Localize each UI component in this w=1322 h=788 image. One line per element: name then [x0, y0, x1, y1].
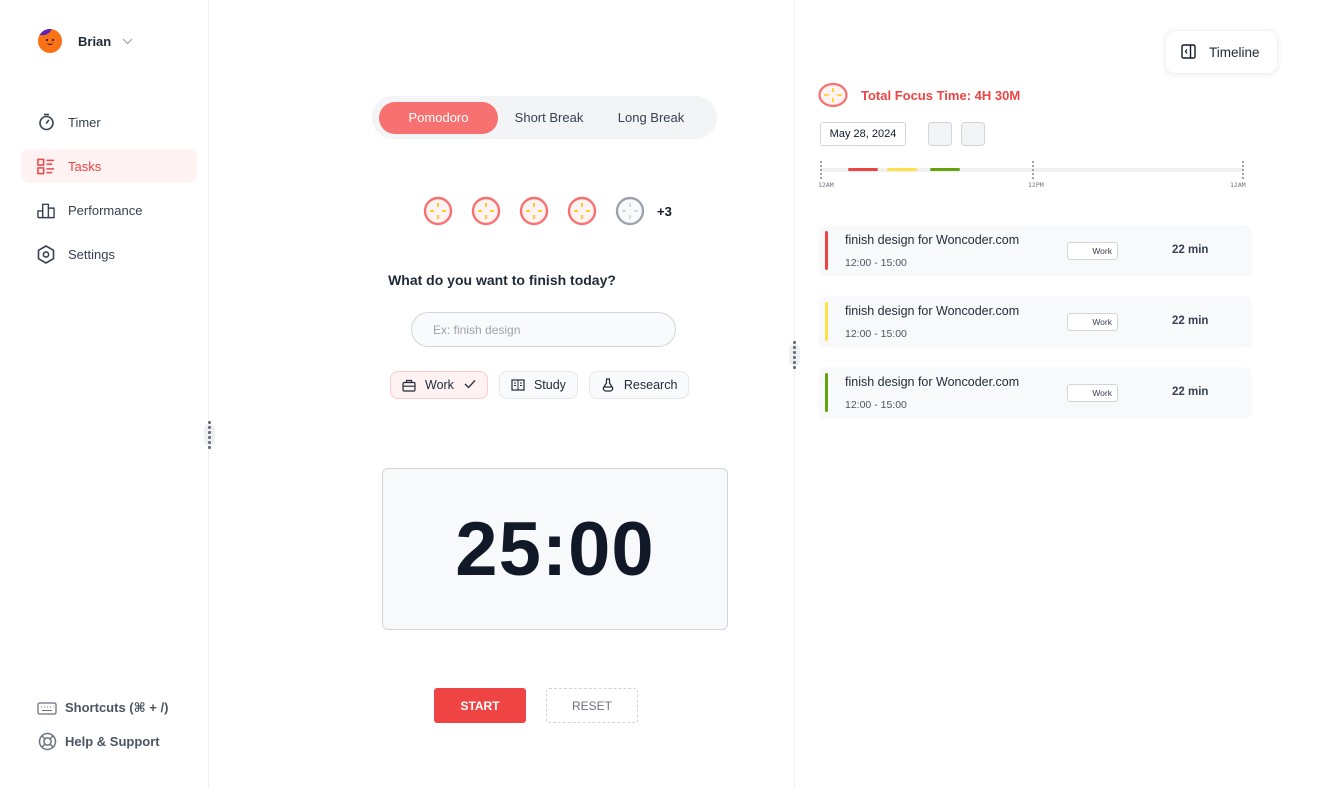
sidebar-collapse-icon — [1181, 44, 1197, 60]
session-duration: 22 min — [1172, 244, 1209, 256]
category-study[interactable]: Study — [498, 371, 578, 399]
session-time: 12:00 - 15:00 — [845, 399, 907, 411]
timeline-label-end: 12AM — [1230, 181, 1246, 189]
session-tag: Work — [1067, 242, 1118, 260]
sidebar-bottom: Shortcuts (⌘ + /) Help & Support — [37, 698, 168, 764]
session-duration: 22 min — [1172, 315, 1209, 327]
timer-display: 25:00 — [382, 468, 728, 630]
timeline-segment — [929, 168, 960, 171]
session-color-bar — [825, 373, 828, 412]
date-picker[interactable]: May 28, 2024 — [820, 122, 906, 146]
check-icon — [464, 379, 476, 391]
timeline-segment — [848, 168, 879, 171]
hexagon-gear-icon — [37, 244, 55, 264]
sidebar-item-timer[interactable]: Timer — [21, 105, 197, 139]
tab-long-break[interactable]: Long Break — [600, 102, 702, 134]
keyboard-icon — [37, 699, 57, 717]
total-focus-text: Total Focus Time: 4H 30M — [861, 87, 1021, 103]
mode-tabs: Pomodoro Short Break Long Break — [372, 96, 717, 139]
date-controls: May 28, 2024 — [820, 122, 985, 146]
tab-short-break[interactable]: Short Break — [498, 102, 600, 134]
timeline-segment — [887, 168, 918, 171]
category-label: Research — [623, 378, 678, 392]
help-support-label: Help & Support — [65, 733, 160, 749]
pomodoro-complete-icon — [519, 196, 549, 226]
session-title: finish design for Woncoder.com — [845, 304, 1020, 318]
timeline-tick — [1242, 161, 1244, 179]
next-day-button[interactable] — [961, 122, 985, 146]
timer-panel: Pomodoro Short Break Long Break +3 What … — [210, 0, 795, 788]
session-color-bar — [825, 231, 828, 270]
start-button[interactable]: START — [434, 688, 526, 723]
sidebar: Brian Timer Tasks Performance Settings S… — [0, 0, 209, 788]
tab-pomodoro[interactable]: Pomodoro — [379, 101, 498, 134]
session-item[interactable]: finish design for Woncoder.com 12:00 - 1… — [820, 297, 1250, 345]
pomodoro-complete-icon — [423, 196, 453, 226]
briefcase-icon — [402, 378, 416, 392]
category-work[interactable]: Work — [390, 371, 488, 399]
sidebar-item-performance[interactable]: Performance — [21, 193, 197, 227]
session-time: 12:00 - 15:00 — [845, 257, 907, 269]
session-duration: 22 min — [1172, 386, 1209, 398]
category-label: Work — [425, 378, 454, 392]
timeline-label-start: 12AM — [818, 181, 834, 189]
pomodoro-complete-icon — [471, 196, 501, 226]
sidebar-item-label: Performance — [68, 202, 143, 218]
session-tag: Work — [1067, 313, 1118, 331]
day-timeline: 12AM 12PM 12AM — [818, 160, 1246, 200]
focus-tomato-icon — [818, 82, 848, 108]
session-item[interactable]: finish design for Woncoder.com 12:00 - 1… — [820, 226, 1250, 274]
category-label: Study — [533, 378, 566, 392]
pomodoro-complete-icon — [567, 196, 597, 226]
timer-value: 25:00 — [455, 506, 655, 592]
pomodoro-counter: +3 — [423, 196, 672, 226]
timeline-label-noon: 12PM — [1028, 181, 1044, 189]
category-chips: Work Study Research — [390, 371, 700, 399]
user-menu[interactable]: Brian — [38, 29, 133, 53]
sidebar-item-label: Tasks — [68, 158, 102, 174]
total-focus: Total Focus Time: 4H 30M — [818, 82, 1020, 108]
session-color-bar — [825, 302, 828, 341]
timeline-tick — [1032, 161, 1034, 179]
task-question: What do you want to finish today? — [388, 272, 616, 288]
timeline-toggle-button[interactable]: Timeline — [1165, 30, 1278, 74]
category-research[interactable]: Research — [588, 371, 690, 399]
timeline-panel: Timeline Total Focus Time: 4H 30M May 28… — [796, 0, 1322, 788]
session-item[interactable]: finish design for Woncoder.com 12:00 - 1… — [820, 368, 1250, 416]
sidebar-item-tasks[interactable]: Tasks — [21, 149, 197, 183]
session-list: finish design for Woncoder.com 12:00 - 1… — [820, 226, 1250, 439]
shortcuts-link[interactable]: Shortcuts (⌘ + /) — [37, 698, 168, 718]
task-input[interactable] — [411, 312, 676, 347]
shortcuts-label: Shortcuts (⌘ + /) — [65, 700, 169, 715]
tasks-list-icon — [37, 157, 55, 175]
pomodoro-pending-icon — [615, 196, 645, 226]
sidebar-item-label: Timer — [68, 114, 101, 130]
session-title: finish design for Woncoder.com — [845, 233, 1020, 247]
book-icon — [511, 378, 525, 392]
bar-chart-icon — [37, 201, 55, 219]
avatar — [38, 29, 62, 53]
session-time: 12:00 - 15:00 — [845, 328, 907, 340]
session-tag: Work — [1067, 384, 1118, 402]
help-support-link[interactable]: Help & Support — [37, 731, 168, 751]
sidebar-item-label: Settings — [68, 246, 115, 262]
session-title: finish design for Woncoder.com — [845, 375, 1020, 389]
sidebar-nav: Timer Tasks Performance Settings — [21, 105, 197, 281]
flask-icon — [601, 378, 615, 392]
stopwatch-icon — [37, 113, 55, 131]
reset-button[interactable]: RESET — [546, 688, 638, 723]
timeline-tick — [820, 161, 822, 179]
prev-day-button[interactable] — [928, 122, 952, 146]
chevron-down-icon — [121, 35, 133, 47]
user-name: Brian — [78, 33, 112, 49]
sidebar-item-settings[interactable]: Settings — [21, 237, 197, 271]
timeline-button-label: Timeline — [1209, 44, 1260, 60]
pomodoro-more-count: +3 — [657, 203, 672, 219]
lifebuoy-icon — [37, 732, 57, 750]
